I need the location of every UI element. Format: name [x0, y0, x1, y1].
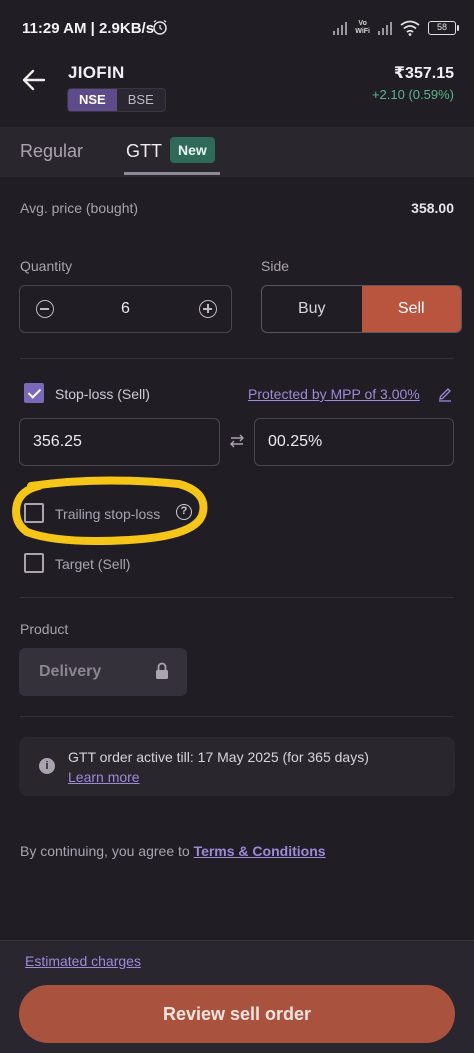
avg-price-value: 358.00	[411, 200, 454, 216]
vowifi-bottom: WiFi	[355, 28, 370, 35]
signal-icon	[333, 21, 348, 35]
side-toggle[interactable]: Buy Sell	[261, 285, 462, 333]
stoploss-checkbox[interactable]	[24, 383, 44, 403]
learn-more-link[interactable]: Learn more	[68, 769, 140, 785]
battery-icon: 58	[428, 21, 459, 35]
product-label: Product	[20, 621, 69, 637]
terms-agreement: By continuing, you agree to Terms & Cond…	[20, 843, 326, 859]
stock-price: ₹357.15	[393, 65, 454, 82]
trailing-stoploss-label[interactable]: Trailing stop-loss	[55, 506, 160, 522]
tab-regular[interactable]: Regular	[20, 141, 83, 162]
price-change: +2.10 (0.59%)	[371, 87, 454, 102]
exchange-toggle[interactable]: NSE BSE	[67, 88, 166, 112]
mpp-link[interactable]: Protected by MPP of 3.00%	[248, 386, 420, 402]
product-value: Delivery	[39, 663, 102, 680]
gtt-info-text: GTT order active till: 17 May 2025 (for …	[68, 749, 369, 765]
product-selector: Delivery	[19, 648, 187, 696]
sell-button[interactable]: Sell	[361, 286, 461, 332]
back-arrow-icon[interactable]	[20, 66, 48, 94]
status-icons: Vo WiFi 58	[333, 18, 459, 38]
trailing-stoploss-checkbox[interactable]	[24, 503, 44, 523]
stoploss-percent-input[interactable]: 00.25%	[254, 418, 454, 466]
status-bar: 11:29 AM | 2.9KB/s Vo WiFi 58	[0, 0, 474, 56]
target-label[interactable]: Target (Sell)	[55, 556, 130, 572]
review-sell-order-button[interactable]: Review sell order	[19, 985, 455, 1043]
lock-icon	[156, 662, 168, 679]
new-badge: New	[170, 137, 215, 163]
status-time: 11:29 AM | 2.9KB/s	[22, 20, 155, 37]
vowifi-top: Vo	[358, 20, 367, 27]
side-label: Side	[261, 258, 290, 274]
terms-prefix: By continuing, you agree to	[20, 843, 194, 859]
buy-button[interactable]: Buy	[262, 286, 362, 332]
avg-price-label: Avg. price (bought)	[20, 200, 139, 216]
estimated-charges-link[interactable]: Estimated charges	[25, 953, 141, 969]
stoploss-label[interactable]: Stop-loss (Sell)	[55, 386, 150, 402]
stoploss-price-input[interactable]: 356.25	[19, 418, 220, 466]
quantity-label: Quantity	[20, 258, 73, 274]
exchange-nse[interactable]: NSE	[68, 89, 117, 111]
wifi-icon	[400, 20, 420, 36]
help-icon[interactable]: ?	[176, 504, 192, 520]
divider	[20, 716, 454, 717]
exchange-bse[interactable]: BSE	[117, 89, 165, 111]
swap-arrows-icon	[230, 434, 244, 448]
alarm-clock-icon	[153, 19, 167, 35]
divider	[20, 597, 454, 598]
increment-button[interactable]	[199, 300, 217, 318]
quantity-stepper[interactable]: 6	[19, 285, 232, 333]
target-checkbox[interactable]	[24, 553, 44, 573]
signal-icon-2	[378, 21, 392, 35]
tab-gtt[interactable]: GTT	[126, 141, 162, 162]
edit-pencil-icon[interactable]	[437, 386, 453, 402]
divider	[20, 358, 454, 359]
gtt-info-box: i GTT order active till: 17 May 2025 (fo…	[19, 737, 455, 796]
terms-link[interactable]: Terms & Conditions	[194, 843, 326, 859]
info-icon: i	[39, 758, 55, 774]
active-tab-indicator	[124, 172, 220, 175]
stock-symbol: JIOFIN	[68, 63, 125, 82]
vowifi-icon: Vo WiFi	[355, 20, 370, 36]
